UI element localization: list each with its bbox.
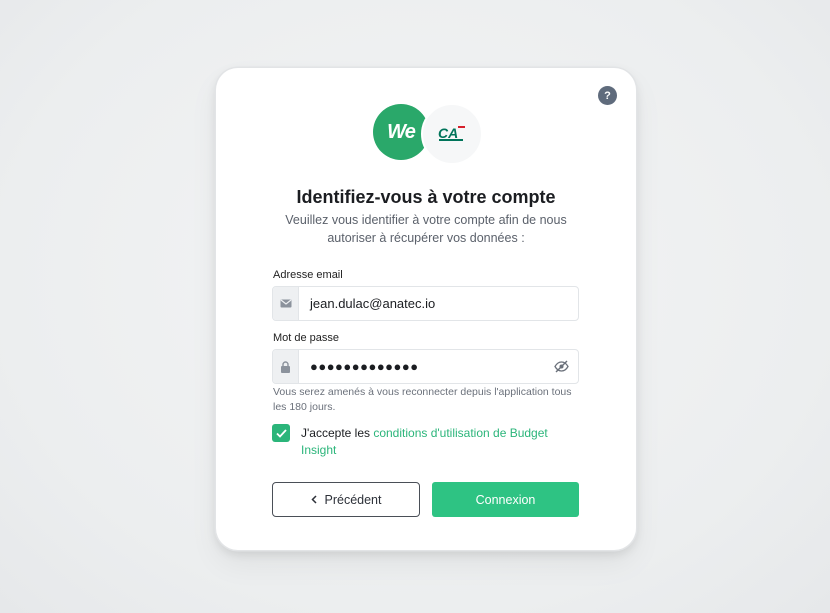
eye-slash-icon[interactable]: [544, 360, 578, 373]
checkmark-icon: [275, 428, 287, 438]
email-label: Adresse email: [273, 269, 343, 281]
consent-prefix: J'accepte les: [301, 426, 374, 440]
consent-checkbox[interactable]: [272, 424, 290, 442]
password-label: Mot de passe: [273, 332, 340, 344]
lock-icon: [273, 350, 299, 383]
ca-logo-mark: CA: [438, 125, 465, 141]
reconnect-hint: Vous serez amenés à vous reconnecter dep…: [273, 386, 572, 413]
logos: We CA: [373, 103, 483, 165]
page-subtitle: Veuillez vous identifier à votre compte …: [285, 213, 567, 245]
previous-button[interactable]: Précédent: [272, 482, 420, 517]
login-card: ? We CA Identifiez-vous à votre compte V…: [216, 68, 636, 550]
password-input[interactable]: ●●●●●●●●●●●●●: [299, 359, 544, 374]
previous-button-label: Précédent: [324, 492, 382, 507]
chevron-left-icon: [310, 495, 317, 504]
envelope-icon: [273, 287, 299, 320]
help-icon[interactable]: ?: [598, 86, 617, 105]
password-field[interactable]: ●●●●●●●●●●●●●: [272, 349, 579, 384]
login-button[interactable]: Connexion: [432, 482, 579, 517]
we-logo-text: We: [387, 120, 416, 143]
login-button-label: Connexion: [475, 492, 536, 507]
page-title: Identifiez-vous à votre compte: [296, 187, 556, 207]
email-field[interactable]: jean.dulac@anatec.io: [272, 286, 579, 321]
svg-text:CA: CA: [438, 125, 458, 141]
consent-text: J'accepte les conditions d'utilisation d…: [301, 425, 581, 459]
credit-agricole-logo: CA: [421, 103, 483, 165]
email-input[interactable]: jean.dulac@anatec.io: [299, 296, 578, 311]
